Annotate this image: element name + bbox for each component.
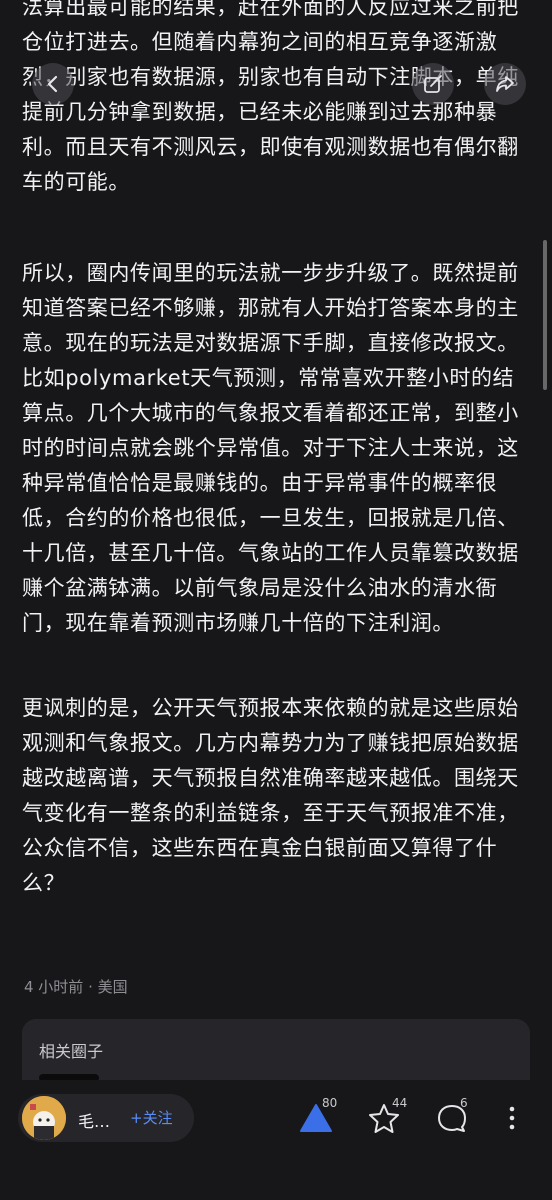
- author-pill[interactable]: 毛… +关注: [18, 1094, 194, 1142]
- article-paragraph: 更讽刺的是，公开天气预报本来依赖的就是这些原始观测和气象报文。几方内幕势力为了赚…: [22, 696, 519, 895]
- scrollbar[interactable]: [543, 240, 547, 390]
- avatar-image: [22, 1096, 66, 1140]
- share-icon: [496, 76, 514, 92]
- more-icon: [509, 1106, 515, 1130]
- more-button[interactable]: [492, 1098, 532, 1138]
- author-name[interactable]: 毛…: [78, 1108, 110, 1132]
- back-icon: [47, 75, 58, 93]
- comment-count: 6: [460, 1096, 468, 1110]
- article-paragraph: 法算出最可能的结果，赶在外面的人反应过来之前把仓位打进去。但随着内幕狗之间的相互…: [22, 0, 519, 194]
- article-paragraph: 所以，圈内传闻里的玩法就一步步升级了。既然提前知道答案已经不够赚，那就有人开始打…: [22, 261, 519, 635]
- share-button[interactable]: [484, 63, 526, 105]
- bottom-action-bar: 毛… +关注 80 44 6: [0, 1080, 552, 1200]
- edit-button[interactable]: [412, 63, 454, 105]
- avatar[interactable]: [22, 1096, 66, 1140]
- related-circle-title: 相关圈子: [39, 1042, 104, 1061]
- follow-button[interactable]: +关注: [130, 1107, 173, 1128]
- back-button[interactable]: [32, 63, 74, 105]
- like-count: 80: [322, 1096, 338, 1110]
- post-meta: 4 小时前 · 美国: [24, 978, 128, 996]
- edit-icon: [424, 75, 442, 93]
- favorite-count: 44: [392, 1096, 408, 1110]
- article-body: 法算出最可能的结果，赶在外面的人反应过来之前把仓位打进去。但随着内幕狗之间的相互…: [22, 0, 522, 951]
